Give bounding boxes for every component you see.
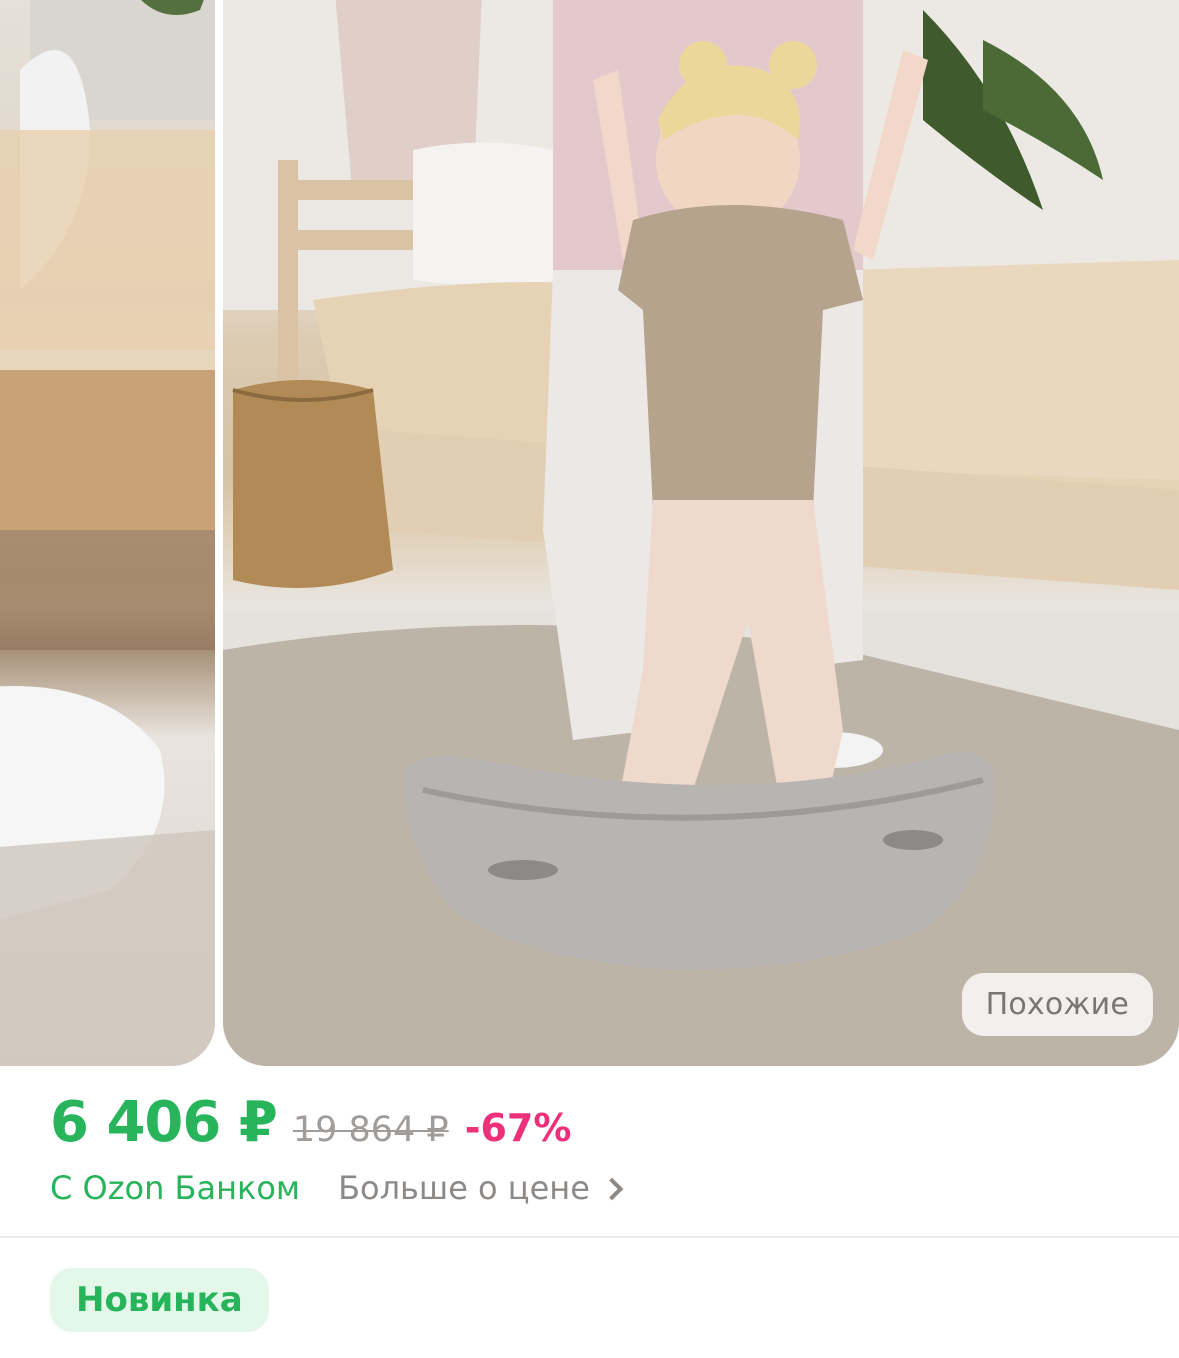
photo-previous-illustration <box>0 0 215 1066</box>
chevron-right-icon <box>600 1177 624 1201</box>
price-section: 6 406 ₽ 19 864 ₽ -67% С Ozon Банком Боль… <box>50 1090 1150 1207</box>
new-badge: Новинка <box>50 1268 269 1332</box>
more-about-price-link[interactable]: Больше о цене <box>338 1169 624 1207</box>
new-badge-label: Новинка <box>76 1280 243 1320</box>
price-current: 6 406 ₽ <box>50 1090 278 1155</box>
discount-badge: -67% <box>464 1106 572 1150</box>
gallery-photo-main[interactable]: Похожие <box>223 0 1179 1066</box>
more-about-price-label: Больше о цене <box>338 1169 590 1207</box>
gallery-photo-previous[interactable] <box>0 0 215 1066</box>
ozon-bank-label[interactable]: С Ozon Банком <box>50 1169 300 1207</box>
section-divider <box>0 1236 1179 1238</box>
price-row: 6 406 ₽ 19 864 ₽ -67% <box>50 1090 1150 1155</box>
similar-button[interactable]: Похожие <box>961 973 1153 1036</box>
product-gallery[interactable]: Похожие <box>0 0 1179 1068</box>
price-old: 19 864 ₽ <box>292 1110 449 1150</box>
product-card: Похожие 6 406 ₽ 19 864 ₽ -67% С Ozon Бан… <box>0 0 1179 1358</box>
price-sub-row: С Ozon Банком Больше о цене <box>50 1169 1150 1207</box>
photo-main-illustration <box>223 0 1179 1066</box>
similar-button-label: Похожие <box>985 987 1129 1022</box>
